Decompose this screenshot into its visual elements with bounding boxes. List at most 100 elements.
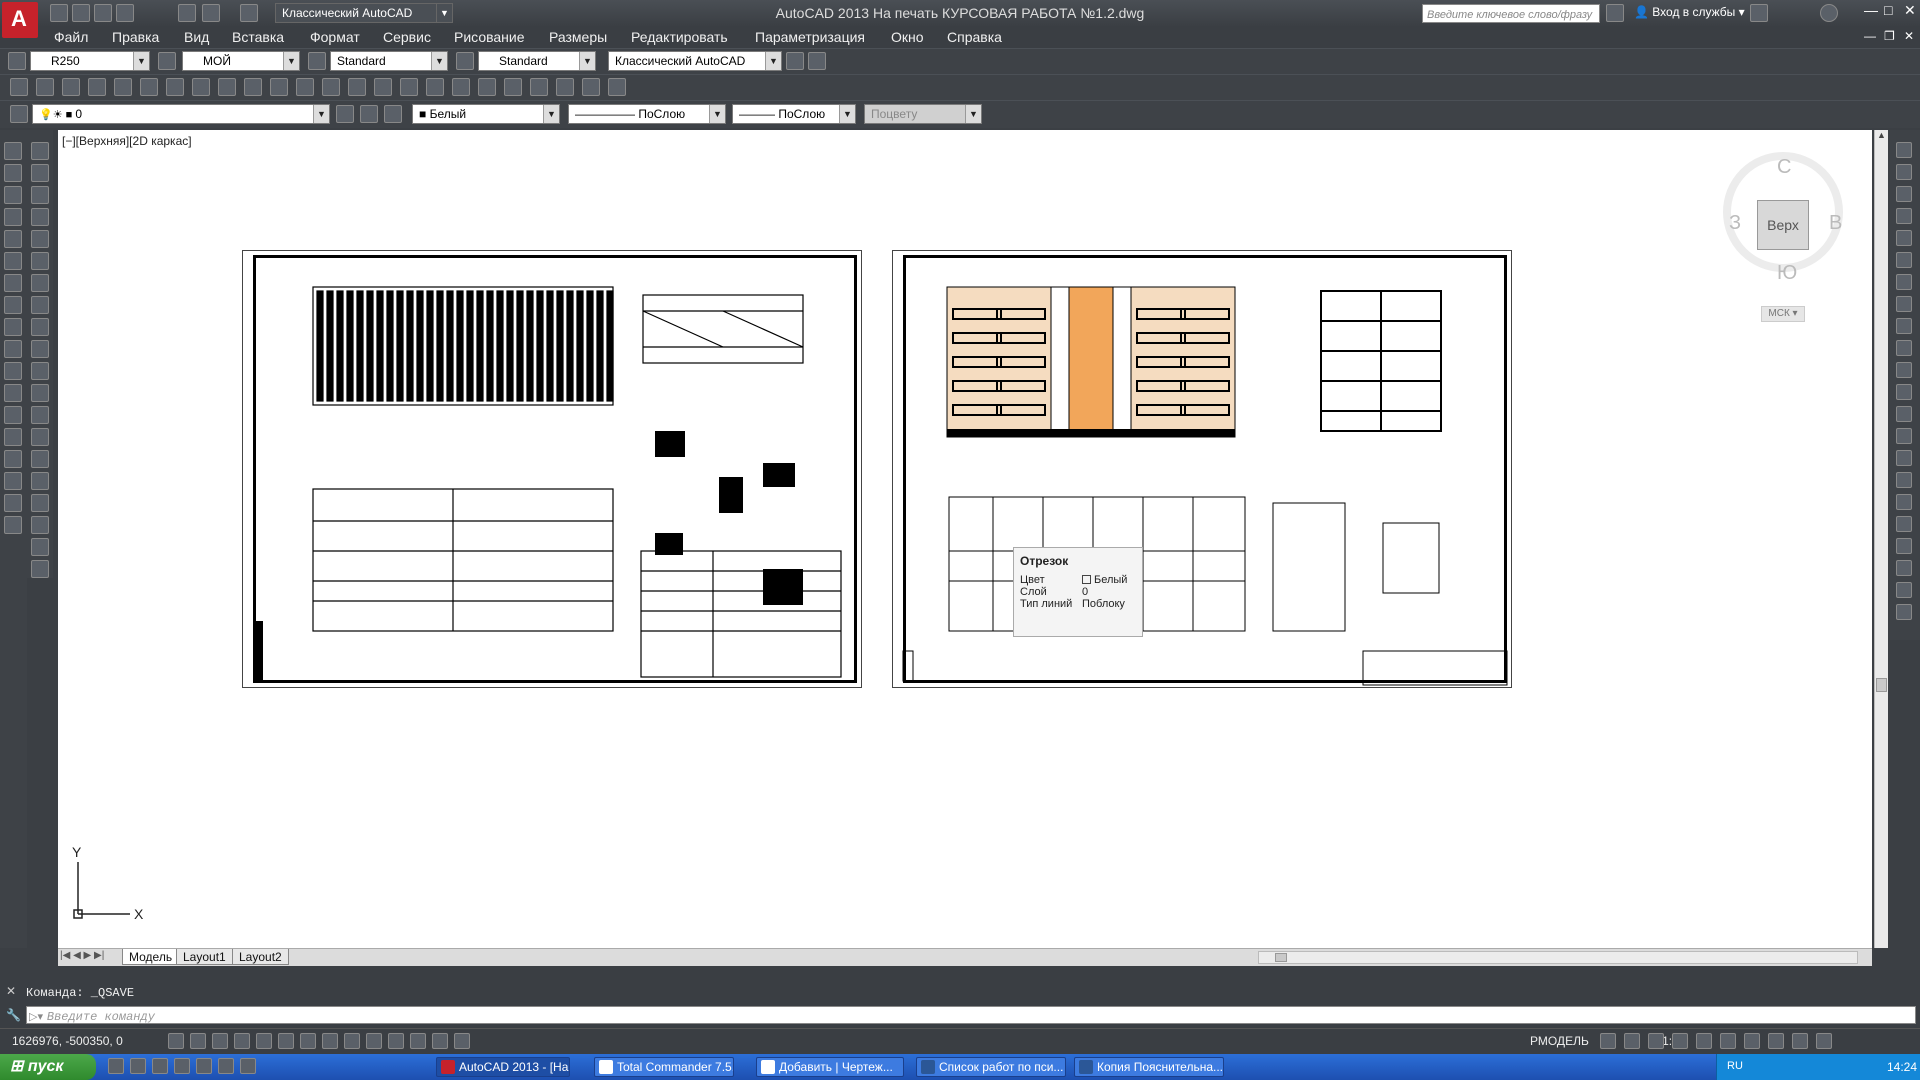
coordinates-readout[interactable]: 1626976, -500350, 0 (12, 1034, 123, 1048)
autocad-logo-icon[interactable]: A (2, 2, 38, 38)
plot-icon[interactable] (88, 78, 106, 96)
linear-dim-icon[interactable] (1896, 142, 1912, 158)
aligned-dim-icon[interactable] (1896, 164, 1912, 180)
fillet-icon[interactable] (31, 450, 49, 468)
workspace-save-icon[interactable] (808, 52, 826, 70)
move-icon[interactable] (31, 252, 49, 270)
open-file-icon[interactable] (72, 4, 90, 22)
osnap-icon[interactable] (278, 1033, 294, 1049)
customize-icon[interactable]: 🔧 (6, 1008, 21, 1022)
doc-close-button[interactable]: ✕ (1904, 29, 1914, 43)
infer-icon[interactable] (168, 1033, 184, 1049)
menu-help[interactable]: Справка (947, 29, 1002, 45)
task-autocad[interactable]: AutoCAD 2013 - [На ... (436, 1057, 570, 1077)
help-icon[interactable] (608, 78, 626, 96)
help-icon[interactable] (1820, 4, 1838, 22)
model-icon[interactable] (1600, 1033, 1616, 1049)
task-word-list[interactable]: Список работ по пси... (916, 1057, 1066, 1077)
diameter-icon[interactable] (1896, 274, 1912, 290)
match-properties-icon[interactable] (270, 78, 288, 96)
lock-icon[interactable] (1720, 1033, 1736, 1049)
menu-window[interactable]: Окно (891, 29, 924, 45)
hscroll-thumb[interactable] (1275, 953, 1287, 962)
align-icon[interactable] (31, 494, 49, 512)
ortho-icon[interactable] (234, 1033, 250, 1049)
viewcube-east[interactable]: В (1829, 212, 1842, 235)
workspace-selector[interactable]: Классический AutoCAD ▼ (275, 3, 453, 23)
color-select[interactable]: ■ Белый ▼ (412, 104, 560, 124)
save-icon[interactable] (94, 4, 112, 22)
hardware-accel-icon[interactable] (1744, 1033, 1760, 1049)
undo-icon[interactable] (322, 78, 340, 96)
stretch-icon[interactable] (31, 318, 49, 336)
revcloud-icon[interactable] (4, 516, 22, 534)
arc-icon[interactable] (4, 230, 22, 248)
markup-icon[interactable] (582, 78, 600, 96)
zoom-previous-icon[interactable] (452, 78, 470, 96)
table-icon[interactable] (4, 450, 22, 468)
polar-icon[interactable] (256, 1033, 272, 1049)
annotation-visibility-icon[interactable] (1648, 1033, 1664, 1049)
maximize-button[interactable]: □ (1884, 2, 1892, 18)
workspace-switch-icon[interactable] (1696, 1033, 1712, 1049)
qp-icon[interactable] (432, 1033, 448, 1049)
lengthen-icon[interactable] (31, 516, 49, 534)
join-icon[interactable] (31, 406, 49, 424)
sc-icon[interactable] (454, 1033, 470, 1049)
scale-icon[interactable] (31, 296, 49, 314)
ducs-icon[interactable] (344, 1033, 360, 1049)
zoom-realtime-icon[interactable] (400, 78, 418, 96)
doc-minimize-button[interactable]: — (1864, 29, 1876, 43)
circle-icon[interactable] (4, 252, 22, 270)
sheet-set-icon[interactable] (556, 78, 574, 96)
chrome-icon[interactable] (240, 1058, 256, 1074)
layer-select[interactable]: 💡☀ ■ 0 ▼ (32, 104, 330, 124)
preview-icon[interactable] (114, 78, 132, 96)
rectangle-icon[interactable] (4, 208, 22, 226)
make-current-icon[interactable] (336, 105, 354, 123)
text-style-select[interactable]: R250 ▼ (30, 51, 150, 71)
redo-icon[interactable] (240, 4, 258, 22)
binoculars-icon[interactable] (1606, 4, 1624, 22)
block-editor-icon[interactable] (296, 78, 314, 96)
snap-icon[interactable] (190, 1033, 206, 1049)
trim-icon[interactable] (31, 340, 49, 358)
viewcube-north[interactable]: С (1777, 156, 1791, 179)
mtext-icon[interactable] (4, 472, 22, 490)
linetype-select[interactable]: ————— ПоСлою ▼ (568, 104, 726, 124)
insert-block-icon[interactable] (4, 318, 22, 336)
menu-modify[interactable]: Редактировать (631, 29, 728, 45)
word-icon[interactable] (174, 1058, 190, 1074)
dim-style-icon[interactable] (158, 52, 176, 70)
dimstyle-icon[interactable] (1896, 582, 1912, 598)
design-center-icon[interactable] (504, 78, 522, 96)
menu-edit[interactable]: Правка (112, 29, 159, 45)
dimedit-icon[interactable] (1896, 516, 1912, 532)
search-input[interactable]: Введите ключевое слово/фразу (1422, 4, 1600, 23)
layout-icon[interactable] (1624, 1033, 1640, 1049)
publish-icon[interactable] (140, 78, 158, 96)
new-file-icon[interactable] (50, 4, 68, 22)
ie-icon[interactable] (108, 1058, 124, 1074)
new-icon[interactable] (10, 78, 28, 96)
tolerance-icon[interactable] (1896, 428, 1912, 444)
menu-tools[interactable]: Сервис (383, 29, 431, 45)
scroll-thumb[interactable] (1876, 678, 1887, 692)
drawing-viewport[interactable]: [−][Верхняя][2D каркас] Отрезок Цвет Бел… (58, 130, 1888, 948)
save-icon[interactable] (62, 78, 80, 96)
tpy-icon[interactable] (410, 1033, 426, 1049)
tool-palettes-icon[interactable] (530, 78, 548, 96)
antivirus-icon[interactable] (218, 1058, 234, 1074)
plot-icon[interactable] (178, 4, 196, 22)
model-space-button[interactable]: РМОДЕЛЬ (1530, 1034, 1589, 1048)
polyline-icon[interactable] (4, 164, 22, 182)
workspace-select[interactable]: Классический AutoCAD ▼ (608, 51, 782, 71)
command-input[interactable]: ▷▾ Введите команду (26, 1006, 1916, 1024)
chamfer-icon[interactable] (31, 428, 49, 446)
menu-file[interactable]: Файл (54, 29, 88, 45)
break-dim-icon[interactable] (1896, 406, 1912, 422)
isolate-icon[interactable] (1768, 1033, 1784, 1049)
viewcube-west[interactable]: З (1729, 212, 1741, 235)
tray-clock[interactable]: 14:24 (1887, 1060, 1917, 1074)
task-word-copy[interactable]: Копия Пояснительна... (1074, 1057, 1224, 1077)
